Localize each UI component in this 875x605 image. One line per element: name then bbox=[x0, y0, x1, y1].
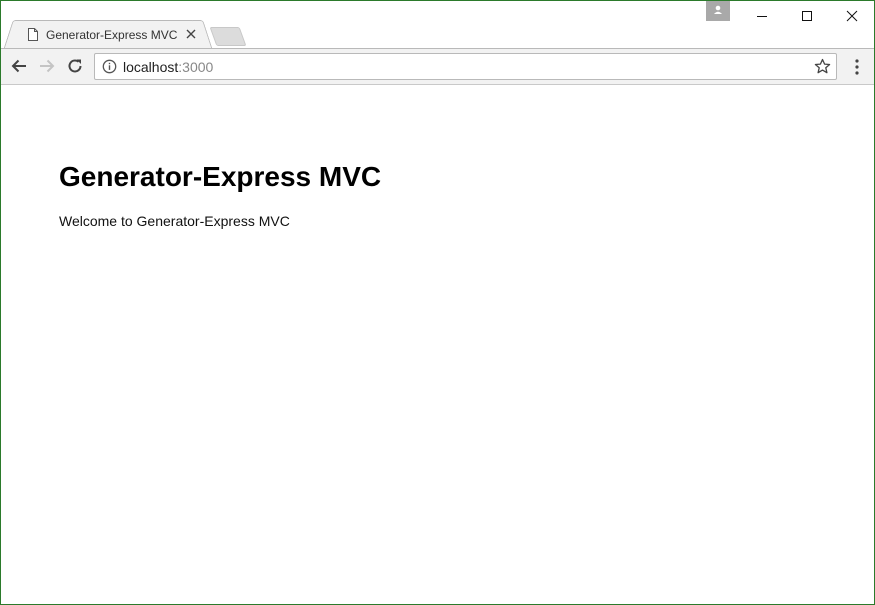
star-icon[interactable] bbox=[814, 58, 831, 75]
forward-arrow-icon bbox=[40, 59, 55, 73]
welcome-text: Welcome to Generator-Express MVC bbox=[59, 213, 290, 229]
maximize-button[interactable] bbox=[784, 1, 829, 31]
url-text[interactable]: localhost:3000 bbox=[123, 59, 213, 75]
minimize-button[interactable] bbox=[739, 1, 784, 31]
page-icon bbox=[28, 28, 38, 41]
page-viewport: Generator-Express MVC Welcome to Generat… bbox=[1, 85, 874, 604]
tab-title: Generator-Express MVC bbox=[46, 28, 178, 42]
close-window-button[interactable] bbox=[829, 1, 874, 31]
browser-window: Generator-Express MVC localhost:3000 Gen… bbox=[0, 0, 875, 605]
kebab-menu-icon[interactable] bbox=[850, 58, 864, 76]
reload-icon bbox=[68, 59, 82, 73]
title-bar: Generator-Express MVC bbox=[1, 1, 874, 49]
page-heading: Generator-Express MVC bbox=[59, 161, 382, 192]
url-host: localhost bbox=[123, 59, 179, 75]
tab-active[interactable]: Generator-Express MVC bbox=[13, 20, 203, 49]
browser-toolbar: localhost:3000 bbox=[1, 48, 874, 85]
info-icon[interactable] bbox=[102, 59, 117, 74]
maximize-icon bbox=[801, 11, 812, 21]
forward-button[interactable] bbox=[37, 56, 57, 76]
reload-button[interactable] bbox=[65, 56, 85, 76]
profile-button[interactable] bbox=[706, 1, 730, 21]
back-button[interactable] bbox=[9, 56, 29, 76]
url-port: :3000 bbox=[178, 59, 214, 75]
back-arrow-icon bbox=[11, 59, 26, 73]
profile-icon bbox=[714, 5, 722, 14]
close-icon bbox=[846, 10, 857, 22]
tab-content: Generator-Express MVC bbox=[14, 21, 202, 49]
new-tab-button[interactable] bbox=[209, 27, 247, 46]
tab-close-icon[interactable] bbox=[184, 27, 198, 41]
minimize-icon bbox=[756, 16, 767, 17]
address-bar[interactable]: localhost:3000 bbox=[94, 53, 837, 80]
